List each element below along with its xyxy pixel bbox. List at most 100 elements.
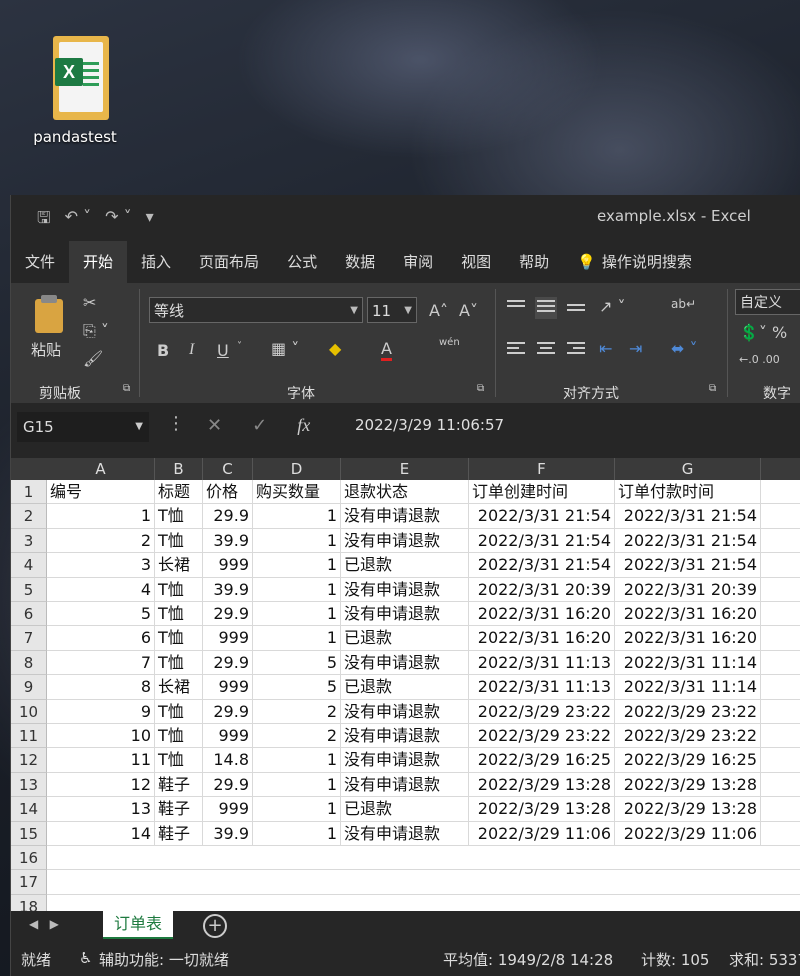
cell[interactable]: 没有申请退款 (341, 650, 469, 676)
cell[interactable]: 2 (253, 724, 341, 749)
tab-home[interactable]: 开始 (69, 241, 128, 283)
cell[interactable]: 2022/3/31 21:54 (469, 528, 615, 554)
cell[interactable]: 2022/3/29 13:28 (615, 797, 761, 822)
align-top-icon[interactable] (505, 297, 527, 319)
tab-insert[interactable]: 插入 (127, 241, 185, 283)
align-middle-icon[interactable] (535, 297, 557, 319)
row-header[interactable]: 8 (11, 650, 47, 676)
cancel-icon[interactable]: ✕ (207, 415, 222, 436)
cell[interactable]: 2022/3/31 11:13 (469, 650, 615, 676)
cell[interactable]: 2022/3/31 11:14 (615, 650, 761, 676)
orientation-icon[interactable]: ↗ ˅ (599, 297, 626, 316)
cell[interactable]: 12 (47, 772, 155, 798)
decrease-font-icon[interactable]: A˅ (459, 301, 478, 320)
row-header[interactable]: 2 (11, 504, 47, 529)
cell[interactable]: 长裙 (155, 553, 203, 578)
cell[interactable]: 2022/3/31 20:39 (469, 577, 615, 602)
dialog-launcher-icon[interactable]: ⧉ (709, 383, 716, 394)
dialog-launcher-icon[interactable]: ⧉ (477, 383, 484, 394)
cell[interactable]: 没有申请退款 (341, 748, 469, 773)
merge-center-icon[interactable]: ⬌ ˅ (671, 339, 698, 358)
header-cell[interactable]: 购买数量 (253, 480, 341, 505)
tab-review[interactable]: 审阅 (389, 241, 447, 283)
cell[interactable]: 2022/3/29 23:22 (615, 699, 761, 724)
italic-button[interactable]: I (189, 341, 194, 359)
row-header[interactable]: 13 (11, 772, 47, 798)
tab-view[interactable]: 视图 (447, 241, 505, 283)
cut-icon[interactable]: ✂ (83, 293, 96, 312)
cell[interactable]: 2022/3/31 16:20 (469, 626, 615, 651)
cell[interactable]: 2022/3/29 11:06 (615, 821, 761, 846)
header-cell[interactable]: 编号 (47, 480, 155, 505)
cell[interactable]: T恤 (155, 748, 203, 773)
cell[interactable]: 13 (47, 797, 155, 822)
align-left-icon[interactable] (505, 339, 527, 361)
cell[interactable]: 2 (253, 699, 341, 724)
column-header-b[interactable]: B (155, 458, 203, 480)
cell[interactable]: 没有申请退款 (341, 504, 469, 529)
tab-file[interactable]: 文件 (11, 241, 69, 283)
cell[interactable]: 2022/3/31 11:13 (469, 675, 615, 700)
row-header[interactable]: 17 (11, 870, 47, 895)
cell[interactable]: T恤 (155, 602, 203, 627)
font-size-select[interactable]: 11 ▼ (367, 297, 417, 323)
cell[interactable]: 1 (47, 504, 155, 529)
cell[interactable]: 999 (203, 724, 253, 749)
name-box[interactable]: G15 ▼ (17, 412, 149, 442)
cell[interactable]: 没有申请退款 (341, 528, 469, 554)
cell[interactable]: 2022/3/31 20:39 (615, 577, 761, 602)
cell[interactable]: 2022/3/31 21:54 (469, 504, 615, 529)
number-format-select[interactable]: 自定义 (735, 289, 800, 315)
cell[interactable]: T恤 (155, 650, 203, 676)
fill-color-icon[interactable]: ◆ (329, 339, 341, 358)
cell[interactable]: 没有申请退款 (341, 602, 469, 627)
empty-row[interactable] (47, 846, 800, 871)
cell[interactable]: T恤 (155, 528, 203, 554)
cell[interactable]: 1 (253, 577, 341, 602)
tab-formulas[interactable]: 公式 (273, 241, 331, 283)
cell[interactable]: 2022/3/29 16:25 (469, 748, 615, 773)
empty-row[interactable] (47, 870, 800, 895)
cell[interactable]: 2022/3/31 16:20 (615, 626, 761, 651)
cell[interactable]: T恤 (155, 577, 203, 602)
chevron-down-icon[interactable]: ˅ (237, 341, 242, 352)
cell[interactable]: T恤 (155, 626, 203, 651)
cell[interactable]: 2022/3/31 21:54 (469, 553, 615, 578)
more-options-icon[interactable]: ⋮ (167, 413, 185, 434)
cell[interactable]: 2022/3/29 23:22 (615, 724, 761, 749)
cell[interactable]: 2022/3/29 16:25 (615, 748, 761, 773)
cell[interactable]: 999 (203, 553, 253, 578)
paste-button[interactable]: 粘贴 (31, 295, 71, 360)
currency-icon[interactable]: 💲˅ % (739, 323, 787, 342)
cell[interactable]: 2022/3/29 13:28 (469, 772, 615, 798)
borders-icon[interactable]: ▦ ˅ (271, 339, 299, 358)
font-color-button[interactable]: A (381, 339, 392, 361)
customize-qat-icon[interactable]: ▾ (146, 207, 154, 234)
cell[interactable]: 1 (253, 602, 341, 627)
align-bottom-icon[interactable] (565, 301, 587, 323)
row-header[interactable]: 10 (11, 699, 47, 724)
cell[interactable]: 已退款 (341, 553, 469, 578)
row-header[interactable]: 14 (11, 797, 47, 822)
cell[interactable]: 2022/3/29 11:06 (469, 821, 615, 846)
cell[interactable]: 29.9 (203, 699, 253, 724)
increase-indent-icon[interactable]: ⇥ (629, 339, 642, 358)
cell[interactable]: 1 (253, 626, 341, 651)
tab-help[interactable]: 帮助 (505, 241, 563, 283)
cell[interactable]: 2022/3/31 21:54 (615, 504, 761, 529)
row-header[interactable]: 11 (11, 724, 47, 749)
column-header-f[interactable]: F (469, 458, 615, 480)
accessibility-status[interactable]: 辅助功能: 一切就绪 (99, 949, 229, 970)
cell[interactable]: 7 (47, 650, 155, 676)
tab-page-layout[interactable]: 页面布局 (185, 241, 273, 283)
row-header[interactable]: 5 (11, 577, 47, 602)
cell[interactable]: 长裙 (155, 675, 203, 700)
column-header-a[interactable]: A (47, 458, 155, 480)
cell[interactable]: 11 (47, 748, 155, 773)
tell-me-search[interactable]: 操作说明搜索 (596, 241, 706, 283)
cell[interactable]: 999 (203, 626, 253, 651)
cell[interactable]: 39.9 (203, 577, 253, 602)
cell[interactable]: 已退款 (341, 626, 469, 651)
cell[interactable]: 999 (203, 675, 253, 700)
cell[interactable]: 39.9 (203, 821, 253, 846)
